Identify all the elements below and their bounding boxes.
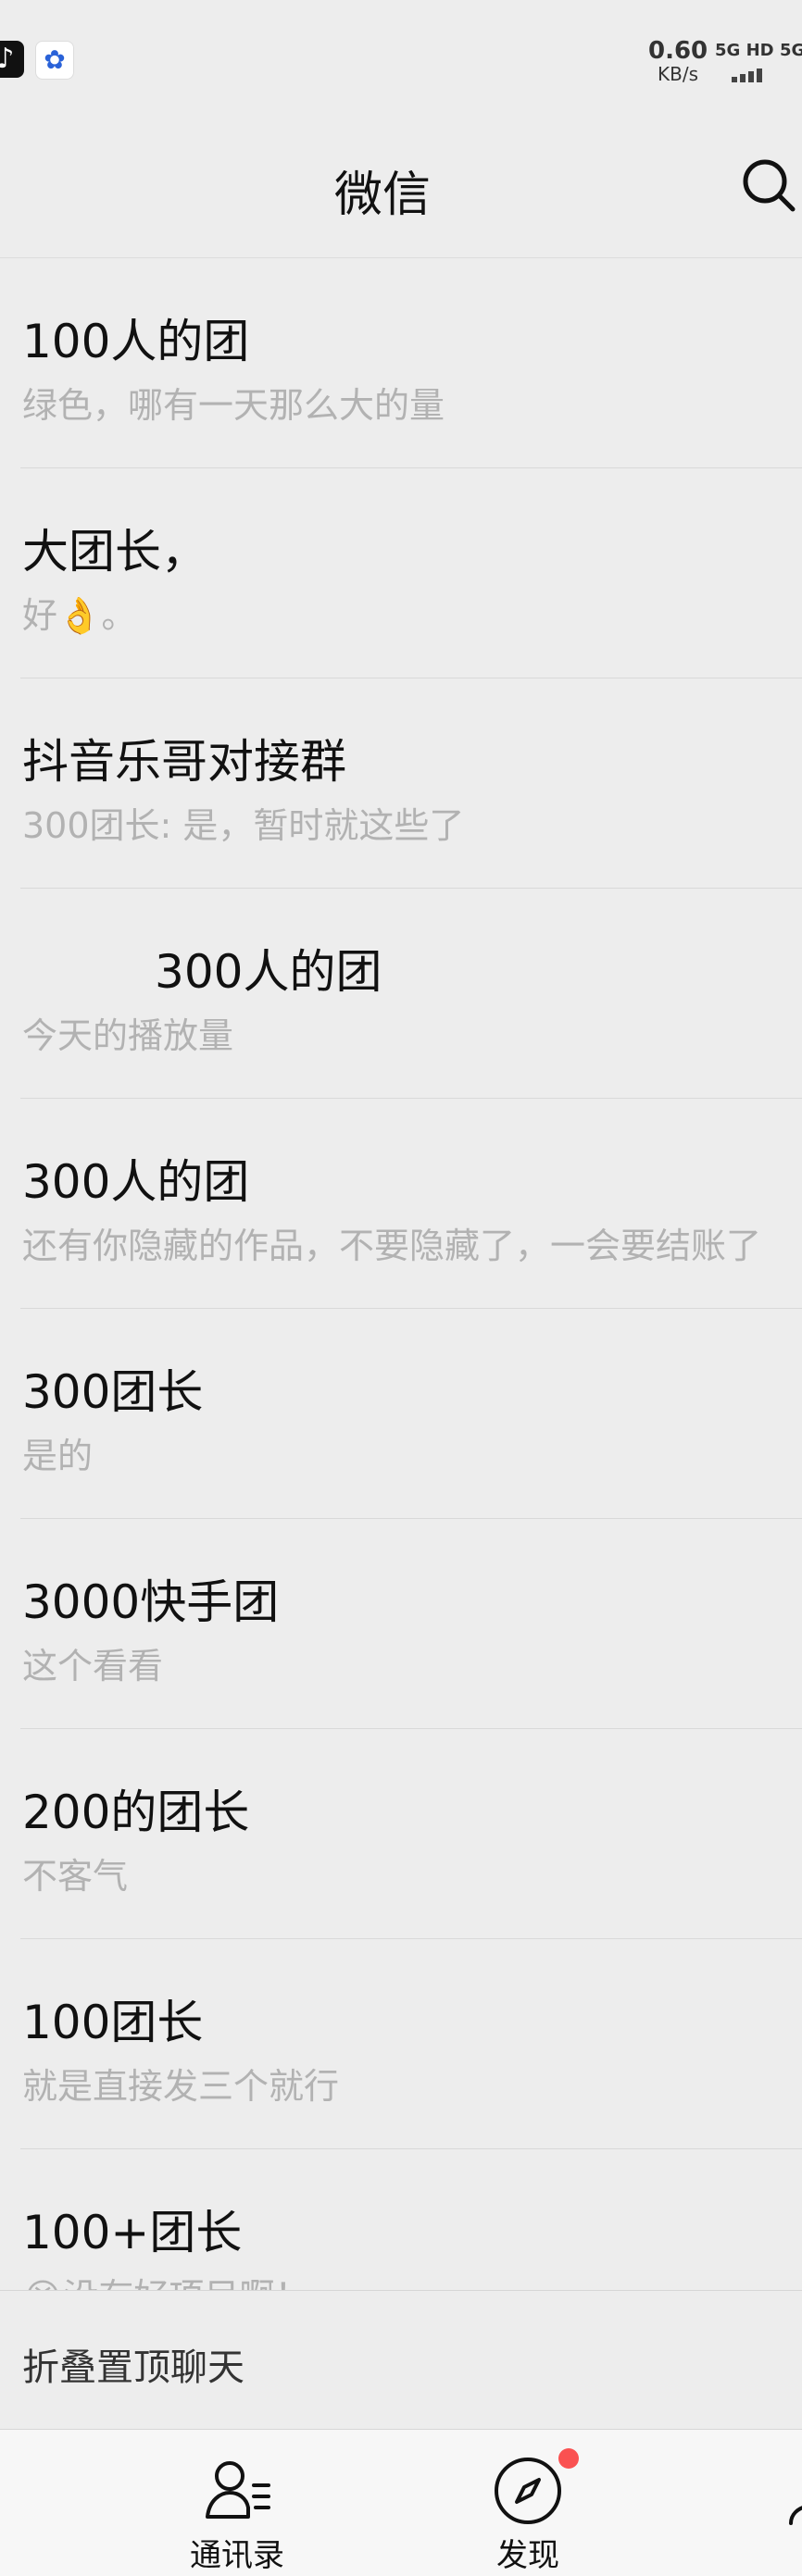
chat-name: 3000快手团 [22,1575,280,1629]
discover-badge-dot [558,2448,579,2469]
chat-item[interactable]: 300人的团 今天的播放量 [0,889,802,1099]
tab-discover-label: 发现 [496,2537,559,2574]
tab-discover[interactable]: 发现 [454,2430,602,2576]
network-speed: 0.60 KB/s [648,39,708,83]
chat-name: 100团长 [22,1996,204,2049]
chat-preview: 这个看看 [22,1646,164,1686]
chat-name: 300团长 [22,1365,204,1419]
compass-icon [495,2458,561,2524]
chat-item[interactable]: 3000快手团 这个看看 [0,1519,802,1729]
tab-contacts[interactable]: 通讯录 [163,2430,311,2576]
chat-name: 200的团长 [22,1786,250,1839]
chat-preview: 就是直接发三个就行 [22,2066,340,2107]
network-speed-value: 0.60 [648,37,708,65]
header: 微信 [0,120,802,257]
chat-list: 100人的团 绿色，哪有一天那么大的量 大团长， 好👌。 抖音乐哥对接群 300… [0,258,802,2290]
status-bar: ♪ ✿ 0.60 KB/s 5G HD 5G [0,0,802,120]
chat-item[interactable]: 300团长 是的 [0,1309,802,1519]
chat-item[interactable]: 200的团长 不客气 [0,1729,802,1939]
baidu-icon: ✿ [35,41,74,80]
chat-name: 100+团长 [22,2206,243,2259]
page-title: 微信 [333,168,431,223]
contacts-icon [206,2461,270,2519]
chat-item[interactable]: 100人的团 绿色，哪有一天那么大的量 [0,258,802,468]
search-icon[interactable] [741,157,796,213]
signal-bars-icon [732,65,765,82]
chat-preview: 今天的播放量 [22,1015,234,1056]
chat-name: 300人的团 [22,1155,250,1209]
signal-label-1: 5G HD [715,41,774,60]
chat-item[interactable]: 100+团长 😭没有好项目啊！ [0,2149,802,2290]
signal-label-2: 5G [780,41,802,60]
chat-name: 大团长， [22,525,207,579]
network-speed-unit: KB/s [658,63,698,85]
chat-item[interactable]: 大团长， 好👌。 [0,468,802,678]
chat-item[interactable]: 抖音乐哥对接群 300团长: 是，暂时就这些了 [0,678,802,889]
chat-preview: 还有你隐藏的作品，不要隐藏了，一会要结账了 [22,1226,762,1266]
chat-name: 100人的团 [22,315,250,368]
chat-preview: 300团长: 是，暂时就这些了 [22,805,465,846]
chat-item[interactable]: 100团长 就是直接发三个就行 [0,1939,802,2149]
chat-item[interactable]: 300人的团 还有你隐藏的作品，不要隐藏了，一会要结账了 [0,1099,802,1309]
chat-preview: 是的 [22,1436,94,1476]
tab-contacts-label: 通讯录 [190,2537,284,2574]
me-icon[interactable] [774,2462,802,2536]
chat-preview: 好👌。 [22,595,137,636]
tab-bar: 通讯录 发现 [0,2429,802,2576]
chat-name: 300人的团 [22,945,382,999]
chat-preview: 😭没有好项目啊！ [22,2268,309,2290]
chat-preview: 不客气 [22,1856,129,1897]
fold-pinned-chats-label: 折叠置顶聊天 [22,2346,244,2389]
fold-pinned-chats-bar[interactable]: 折叠置顶聊天 [0,2290,802,2430]
chat-name: 抖音乐哥对接群 [22,735,346,789]
tiktok-icon: ♪ [0,41,24,78]
chat-preview: 绿色，哪有一天那么大的量 [22,385,445,426]
